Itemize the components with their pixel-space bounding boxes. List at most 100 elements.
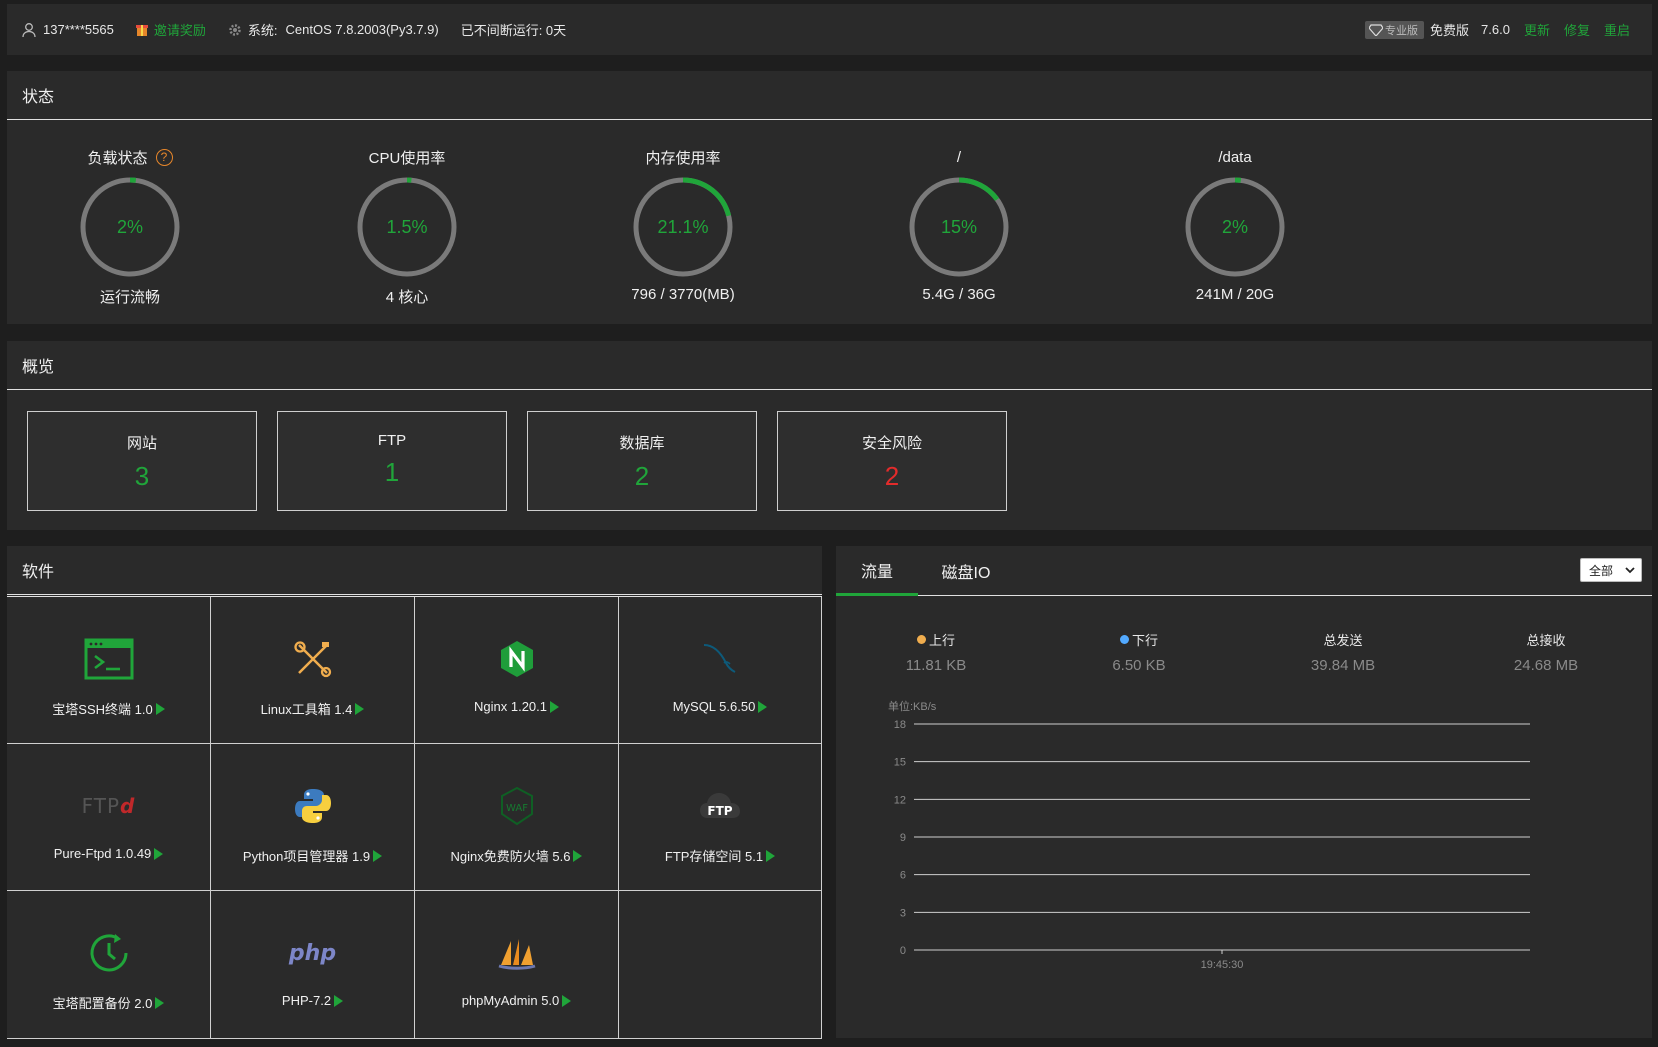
play-arrow-icon[interactable] xyxy=(355,702,365,715)
repair-link[interactable]: 修复 xyxy=(1564,20,1590,39)
software-name: Python项目管理器 1.9 xyxy=(242,849,371,864)
restart-link[interactable]: 重启 xyxy=(1604,20,1630,39)
play-arrow-icon[interactable] xyxy=(154,847,164,860)
tools-icon xyxy=(293,641,331,678)
play-arrow-icon[interactable] xyxy=(562,994,572,1007)
gauge-subtitle: 241M / 20G xyxy=(1195,286,1275,303)
cpu-gauge[interactable]: CPU使用率 1.5% 4 核心 xyxy=(307,146,507,307)
play-arrow-icon[interactable] xyxy=(155,996,165,1009)
stat-value: 39.84 MB xyxy=(1310,657,1376,674)
software-item-empty xyxy=(619,891,822,1039)
software-item-php[interactable]: php PHP-7.2 xyxy=(211,891,415,1039)
play-arrow-icon[interactable] xyxy=(766,849,776,862)
invite-label: 邀请奖励 xyxy=(153,23,206,38)
system-info: 系统: CentOS 7.8.2003(Py3.7.9) xyxy=(228,20,439,39)
software-name: phpMyAdmin 5.0 xyxy=(461,993,560,1008)
ftp-count-card[interactable]: FTP 1 xyxy=(277,411,507,511)
svg-text:FTP: FTP xyxy=(707,804,732,818)
card-label: 数据库 xyxy=(619,435,665,452)
overview-title: 概览 xyxy=(7,341,1652,390)
gauge-subtitle: 4 核心 xyxy=(385,289,429,306)
stat-label: 总接收 xyxy=(1526,633,1566,648)
software-item-mysql[interactable]: MySQL 5.6.50 xyxy=(619,597,822,744)
card-label: 安全风险 xyxy=(861,435,922,452)
database-count-card[interactable]: 数据库 2 xyxy=(527,411,757,511)
software-name: Linux工具箱 1.4 xyxy=(260,702,353,717)
traffic-line-chart[interactable]: 单位:KB/s 18 15 12 9 6 3 0 19:45:30 xyxy=(876,698,1616,988)
play-arrow-icon[interactable] xyxy=(373,849,383,862)
python-icon xyxy=(294,789,331,823)
overview-panel: 概览 网站 3 FTP 1 数据库 2 安全风险 2 xyxy=(7,341,1652,530)
software-name: FTP存储空间 5.1 xyxy=(664,849,764,864)
update-link[interactable]: 更新 xyxy=(1524,20,1550,39)
software-item-nginx[interactable]: Nginx 1.20.1 xyxy=(415,597,619,744)
network-interface-select[interactable]: 全部 xyxy=(1580,558,1642,582)
chevron-down-icon xyxy=(1625,567,1635,574)
security-risk-card[interactable]: 安全风险 2 xyxy=(777,411,1007,511)
software-item-linux-tools[interactable]: Linux工具箱 1.4 xyxy=(211,597,415,744)
software-item-ftp-storage[interactable]: FTP FTP存储空间 5.1 xyxy=(619,744,822,891)
software-item-ssh[interactable]: 宝塔SSH终端 1.0 xyxy=(7,597,211,744)
invite-reward-link[interactable]: 邀请奖励 xyxy=(135,20,206,39)
edition-label: 免费版 xyxy=(1430,23,1470,38)
card-value: 2 xyxy=(884,461,900,491)
play-arrow-icon[interactable] xyxy=(573,849,583,862)
waf-icon: WAF xyxy=(500,786,533,826)
website-count-card[interactable]: 网站 3 xyxy=(27,411,257,511)
y-tick-label: 0 xyxy=(900,945,906,957)
select-value: 全部 xyxy=(1589,563,1614,578)
card-label: FTP xyxy=(377,432,407,449)
software-panel: 软件 宝塔SSH终端 1.0 Linux工具箱 1.4 Nginx 1.20.1… xyxy=(7,546,822,1039)
phpmyadmin-icon xyxy=(498,939,535,970)
pro-edition-badge[interactable]: 专业版 xyxy=(1365,20,1425,39)
pureftpd-icon: FTPd xyxy=(81,794,136,818)
data-disk-gauge[interactable]: /data 2% 241M / 20G xyxy=(1135,146,1335,303)
memory-gauge[interactable]: 内存使用率 21.1% 796 / 3770(MB) xyxy=(583,146,783,304)
top-bar: 137****5565 邀请奖励 系统: CentOS 7.8.2003(Py3… xyxy=(7,4,1652,55)
y-tick-label: 3 xyxy=(900,907,906,919)
software-name: PHP-7.2 xyxy=(281,993,332,1008)
software-name: 宝塔SSH终端 1.0 xyxy=(52,702,153,717)
tab-disk-io[interactable]: 磁盘IO xyxy=(934,546,998,596)
stat-label: 总发送 xyxy=(1323,633,1363,648)
y-tick-label: 9 xyxy=(900,832,906,844)
user-icon xyxy=(21,22,37,38)
y-tick-label: 18 xyxy=(894,719,906,731)
software-name: Pure-Ftpd 1.0.49 xyxy=(53,846,152,861)
gauge-title: 内存使用率 xyxy=(645,149,721,167)
php-icon: php xyxy=(288,940,337,966)
help-icon[interactable]: ? xyxy=(155,148,173,166)
software-name: MySQL 5.6.50 xyxy=(672,699,756,714)
software-item-pureftpd[interactable]: FTPd Pure-Ftpd 1.0.49 xyxy=(7,744,211,891)
pro-badge-label: 专业版 xyxy=(1385,24,1419,37)
stat-label: 下行 xyxy=(1131,633,1158,648)
software-grid: 宝塔SSH终端 1.0 Linux工具箱 1.4 Nginx 1.20.1 My… xyxy=(7,596,822,1039)
stat-value: 6.50 KB xyxy=(1112,657,1166,674)
user-info[interactable]: 137****5565 xyxy=(21,22,114,38)
software-item-python[interactable]: Python项目管理器 1.9 xyxy=(211,744,415,891)
root-disk-gauge[interactable]: / 15% 5.4G / 36G xyxy=(859,146,1059,303)
card-value: 1 xyxy=(384,457,400,487)
software-item-backup[interactable]: 宝塔配置备份 2.0 xyxy=(7,891,211,1039)
system-label: 系统: xyxy=(247,23,278,38)
mysql-icon xyxy=(703,644,736,673)
y-axis-unit-label: 单位:KB/s xyxy=(888,699,937,713)
play-arrow-icon[interactable] xyxy=(155,702,165,715)
gauge-subtitle: 796 / 3770(MB) xyxy=(631,286,735,303)
state-title: 状态 xyxy=(7,71,1652,120)
gauge-value: 2% xyxy=(1221,216,1248,237)
tab-traffic[interactable]: 流量 xyxy=(836,546,918,596)
card-value: 2 xyxy=(634,461,650,491)
gauge-value: 1.5% xyxy=(386,216,428,237)
svg-text:WAF: WAF xyxy=(506,803,528,814)
stat-value: 24.68 MB xyxy=(1513,657,1579,674)
total-received-stat: 总接收 24.68 MB xyxy=(1446,630,1646,674)
play-arrow-icon[interactable] xyxy=(758,700,768,713)
load-gauge[interactable]: 负载状态? 2% 运行流畅 xyxy=(30,146,230,307)
nginx-icon xyxy=(500,641,533,677)
play-arrow-icon[interactable] xyxy=(334,994,344,1007)
y-tick-label: 6 xyxy=(900,870,906,882)
play-arrow-icon[interactable] xyxy=(550,700,559,713)
software-item-phpmyadmin[interactable]: phpMyAdmin 5.0 xyxy=(415,891,619,1039)
software-item-waf[interactable]: WAF Nginx免费防火墙 5.6 xyxy=(415,744,619,891)
